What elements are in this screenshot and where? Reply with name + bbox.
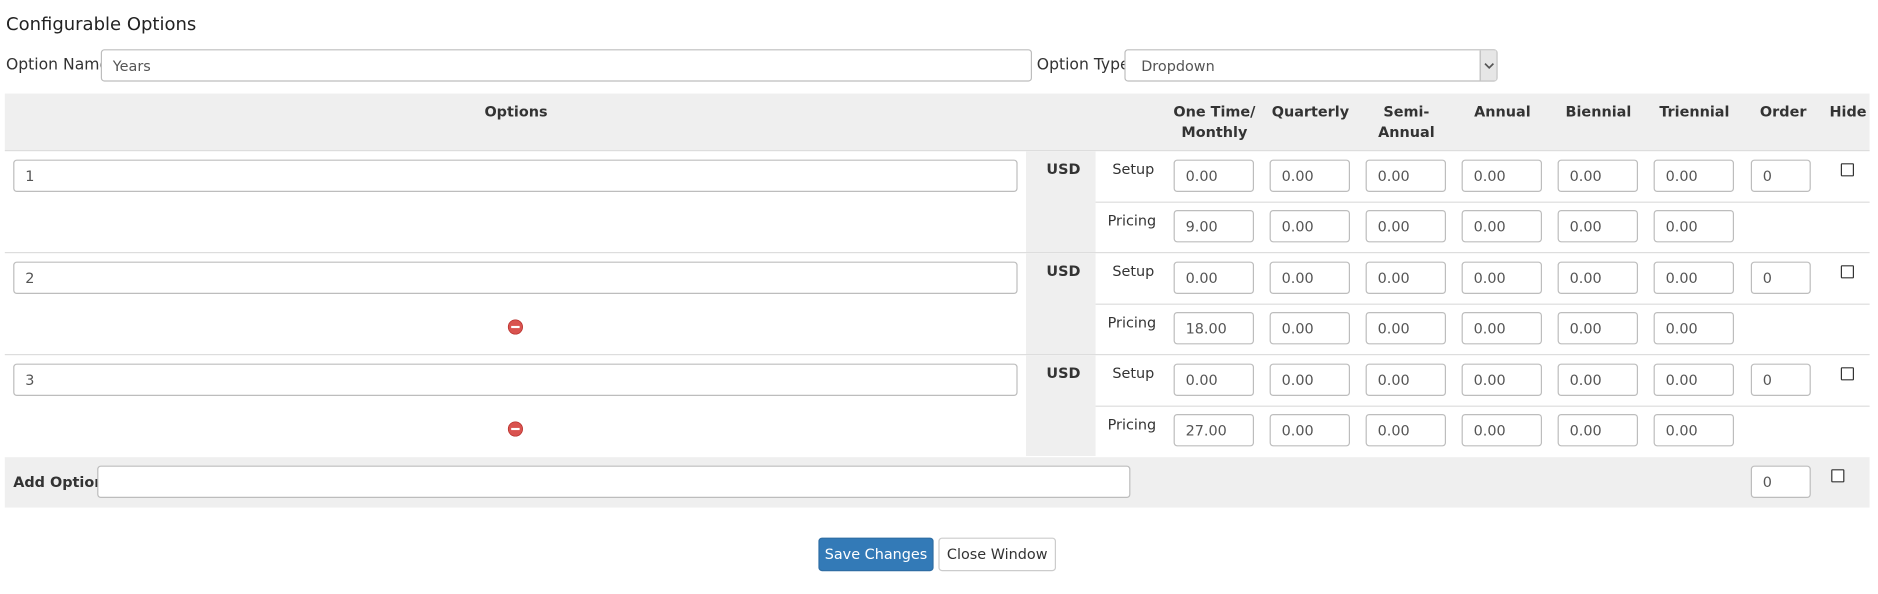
setup-label: Setup	[1112, 160, 1155, 178]
biennial-column-header: Biennial	[1565, 103, 1632, 121]
hide-column-header: Hide	[1829, 103, 1867, 121]
close-window-button[interactable]: Close Window	[938, 537, 1056, 572]
currency-cell-2: USD	[1026, 253, 1096, 354]
pricing-semiannual-input[interactable]	[1365, 312, 1446, 345]
setup-biennial-input[interactable]	[1557, 261, 1639, 294]
add-option-hide-checkbox[interactable]	[1831, 469, 1845, 483]
hide-checkbox[interactable]	[1840, 367, 1855, 381]
triennial-column-header: Triennial	[1659, 103, 1730, 121]
annual-column-header: Annual	[1474, 103, 1531, 121]
page-title: Configurable Options	[6, 13, 197, 35]
pricing-label: Pricing	[1107, 416, 1157, 434]
pricing-label: Pricing	[1107, 314, 1157, 332]
add-option-input[interactable]	[97, 465, 1131, 499]
option-name-input[interactable]	[100, 49, 1033, 82]
setup-pricing-divider	[1095, 201, 1870, 203]
currency-label: USD	[1046, 262, 1081, 280]
option-name-field-3[interactable]	[13, 363, 1018, 397]
pricing-monthly-input[interactable]	[1173, 210, 1254, 243]
option-name-label: Option Name:	[6, 56, 115, 75]
pricing-semiannual-input[interactable]	[1365, 414, 1446, 447]
currency-label: USD	[1046, 160, 1081, 178]
pricing-quarterly-input[interactable]	[1269, 210, 1350, 243]
order-input[interactable]	[1750, 159, 1811, 192]
currency-label: USD	[1046, 364, 1081, 382]
pricing-label: Pricing	[1107, 212, 1157, 230]
row-divider	[4, 354, 1870, 356]
pricing-biennial-input[interactable]	[1557, 414, 1639, 447]
setup-annual-input[interactable]	[1461, 363, 1543, 397]
pricing-quarterly-input[interactable]	[1269, 312, 1350, 345]
semi-annual-column-header: Semi- Annual	[1378, 103, 1435, 141]
setup-monthly-input[interactable]	[1173, 261, 1254, 294]
remove-circle-icon[interactable]	[507, 319, 524, 335]
pricing-annual-input[interactable]	[1461, 210, 1543, 243]
remove-circle-icon[interactable]	[507, 421, 524, 437]
pricing-semiannual-input[interactable]	[1365, 210, 1446, 243]
save-changes-button[interactable]: Save Changes	[818, 537, 934, 572]
setup-semiannual-input[interactable]	[1365, 261, 1446, 294]
option-type-selected-value: Dropdown	[1141, 57, 1215, 75]
currency-cell-1: USD	[1026, 151, 1096, 253]
setup-biennial-input[interactable]	[1557, 159, 1639, 192]
setup-triennial-input[interactable]	[1653, 363, 1735, 397]
options-column-header: Options	[484, 103, 548, 121]
setup-pricing-divider	[1095, 303, 1870, 305]
setup-triennial-input[interactable]	[1653, 159, 1735, 192]
hide-checkbox[interactable]	[1840, 265, 1855, 279]
chevron-down-icon[interactable]	[1479, 50, 1497, 81]
setup-label: Setup	[1112, 364, 1155, 382]
option-name-field-2[interactable]	[13, 261, 1018, 294]
setup-biennial-input[interactable]	[1557, 363, 1639, 397]
setup-annual-input[interactable]	[1461, 261, 1543, 294]
setup-pricing-divider	[1095, 405, 1870, 407]
setup-quarterly-input[interactable]	[1269, 159, 1350, 192]
order-input[interactable]	[1750, 261, 1811, 294]
pricing-annual-input[interactable]	[1461, 312, 1543, 345]
pricing-triennial-input[interactable]	[1653, 414, 1735, 447]
configurable-options-window: Configurable Options Option Name: Option…	[0, 0, 1878, 594]
option-type-label: Option Type:	[1036, 56, 1135, 75]
hide-checkbox[interactable]	[1840, 163, 1855, 177]
header-divider	[4, 150, 1870, 152]
currency-cell-3: USD	[1026, 355, 1096, 457]
pricing-biennial-input[interactable]	[1557, 312, 1639, 345]
monthly-column-header: One Time/ Monthly	[1173, 103, 1256, 141]
pricing-triennial-input[interactable]	[1653, 312, 1735, 345]
setup-label: Setup	[1112, 262, 1155, 280]
pricing-annual-input[interactable]	[1461, 414, 1543, 447]
order-column-header: Order	[1759, 103, 1807, 121]
order-input[interactable]	[1750, 363, 1811, 397]
pricing-monthly-input[interactable]	[1173, 414, 1254, 447]
setup-quarterly-input[interactable]	[1269, 363, 1350, 397]
setup-quarterly-input[interactable]	[1269, 261, 1350, 294]
setup-annual-input[interactable]	[1461, 159, 1543, 192]
pricing-biennial-input[interactable]	[1557, 210, 1639, 243]
row-divider	[4, 252, 1870, 254]
setup-monthly-input[interactable]	[1173, 363, 1254, 397]
option-type-select[interactable]: Dropdown	[1124, 49, 1498, 82]
setup-semiannual-input[interactable]	[1365, 363, 1446, 397]
pricing-triennial-input[interactable]	[1653, 210, 1735, 243]
setup-triennial-input[interactable]	[1653, 261, 1735, 294]
add-option-order-input[interactable]	[1750, 465, 1811, 499]
add-option-label: Add Option:	[13, 474, 111, 491]
quarterly-column-header: Quarterly	[1271, 103, 1350, 121]
pricing-monthly-input[interactable]	[1173, 312, 1254, 345]
option-name-field-1[interactable]	[13, 159, 1018, 192]
setup-monthly-input[interactable]	[1173, 159, 1254, 192]
setup-semiannual-input[interactable]	[1365, 159, 1446, 192]
pricing-quarterly-input[interactable]	[1269, 414, 1350, 447]
